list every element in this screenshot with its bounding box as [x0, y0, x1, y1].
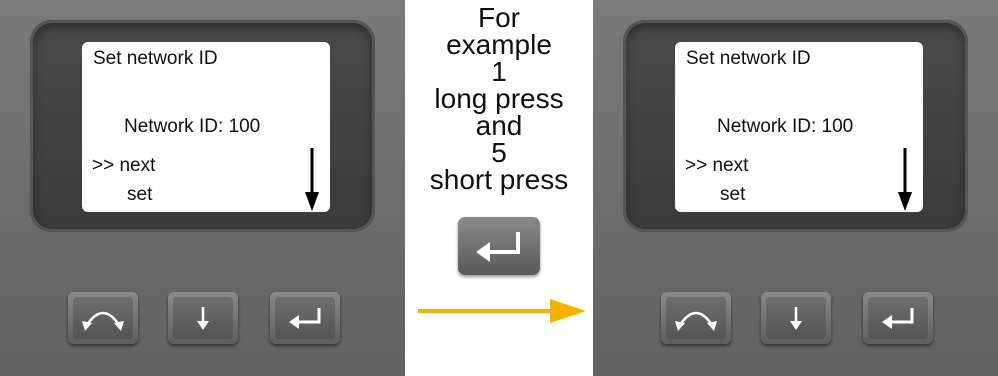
- scroll-button[interactable]: [661, 292, 731, 344]
- enter-return-icon: [882, 308, 914, 329]
- menu-option-next: >> next: [685, 155, 749, 176]
- enter-key-illustration: [458, 217, 540, 275]
- enter-button[interactable]: [863, 292, 933, 344]
- network-id-value: Network ID: 100: [124, 116, 261, 137]
- caption-line: 1: [491, 56, 507, 87]
- right-arrow-icon: [418, 299, 586, 323]
- caption-line: 5: [491, 137, 507, 168]
- caption-line: For: [478, 2, 520, 33]
- caption-line: example: [446, 29, 552, 60]
- scroll-down-indicator-icon: [898, 148, 912, 211]
- down-button[interactable]: [761, 292, 831, 344]
- device-after: Set network ID Network ID: 100 >> next s…: [593, 0, 998, 376]
- instruction-caption: For example 1 long press and 5 short pre…: [405, 2, 593, 195]
- scroll-cycle-icon: [82, 311, 124, 331]
- menu-option-next: >> next: [92, 155, 156, 176]
- enter-return-icon: [476, 232, 520, 262]
- display-bezel: Set network ID Network ID: 100 >> next s…: [30, 20, 375, 232]
- caption-line: short press: [429, 164, 569, 195]
- down-arrow-icon: [197, 307, 209, 330]
- menu-title: Set network ID: [686, 48, 811, 69]
- network-id-value: Network ID: 100: [717, 116, 854, 137]
- enter-return-icon: [289, 308, 321, 329]
- scroll-down-indicator-icon: [305, 148, 319, 211]
- display-screen: Set network ID Network ID: 100 >> next s…: [82, 42, 330, 212]
- menu-option-set: set: [720, 184, 746, 205]
- caption-line: and: [475, 110, 523, 141]
- menu-title: Set network ID: [93, 48, 218, 69]
- down-button[interactable]: [168, 292, 238, 344]
- caption-line: long press: [434, 83, 564, 114]
- display-bezel: Set network ID Network ID: 100 >> next s…: [623, 20, 968, 232]
- display-screen: Set network ID Network ID: 100 >> next s…: [675, 42, 923, 212]
- scroll-cycle-icon: [675, 311, 717, 331]
- down-arrow-icon: [790, 307, 802, 330]
- device-before: Set network ID Network ID: 100 >> next s…: [0, 0, 405, 376]
- scroll-button[interactable]: [68, 292, 138, 344]
- menu-option-set: set: [127, 184, 153, 205]
- enter-button[interactable]: [270, 292, 340, 344]
